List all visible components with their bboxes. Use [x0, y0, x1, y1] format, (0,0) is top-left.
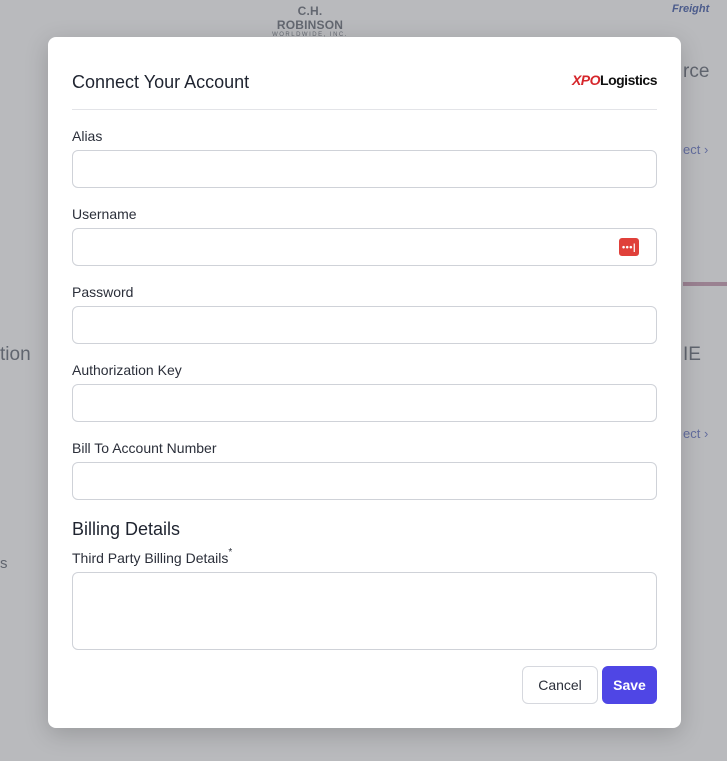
password-input[interactable]	[72, 306, 657, 344]
cancel-button[interactable]: Cancel	[522, 666, 598, 704]
save-button[interactable]: Save	[602, 666, 657, 704]
password-label: Password	[72, 284, 134, 300]
xpo-logistics-logo: XPOLogistics	[571, 72, 658, 88]
bill-to-account-number-label: Bill To Account Number	[72, 440, 217, 456]
logo-part-xpo: XPO	[571, 72, 601, 88]
third-party-billing-label-text: Third Party Billing Details	[72, 550, 229, 566]
dialog-title: Connect Your Account	[72, 72, 250, 92]
alias-input[interactable]	[72, 150, 657, 188]
username-label: Username	[72, 206, 137, 222]
authorization-key-label: Authorization Key	[72, 362, 182, 378]
third-party-billing-textarea[interactable]	[72, 572, 657, 650]
third-party-billing-label: Third Party Billing Details*	[72, 547, 233, 566]
dialog-header: Connect Your Account XPOLogistics	[72, 69, 657, 110]
billing-details-heading: Billing Details	[72, 519, 181, 539]
connect-account-dialog: Connect Your Account XPOLogistics Alias …	[48, 37, 681, 728]
username-input[interactable]	[72, 228, 657, 266]
logo-part-logistics: Logistics	[600, 72, 657, 88]
bill-to-account-number-input[interactable]	[72, 462, 657, 500]
alias-label: Alias	[72, 128, 103, 144]
authorization-key-input[interactable]	[72, 384, 657, 422]
password-manager-icon[interactable]: •••|	[619, 238, 639, 256]
required-marker: *	[228, 547, 233, 558]
